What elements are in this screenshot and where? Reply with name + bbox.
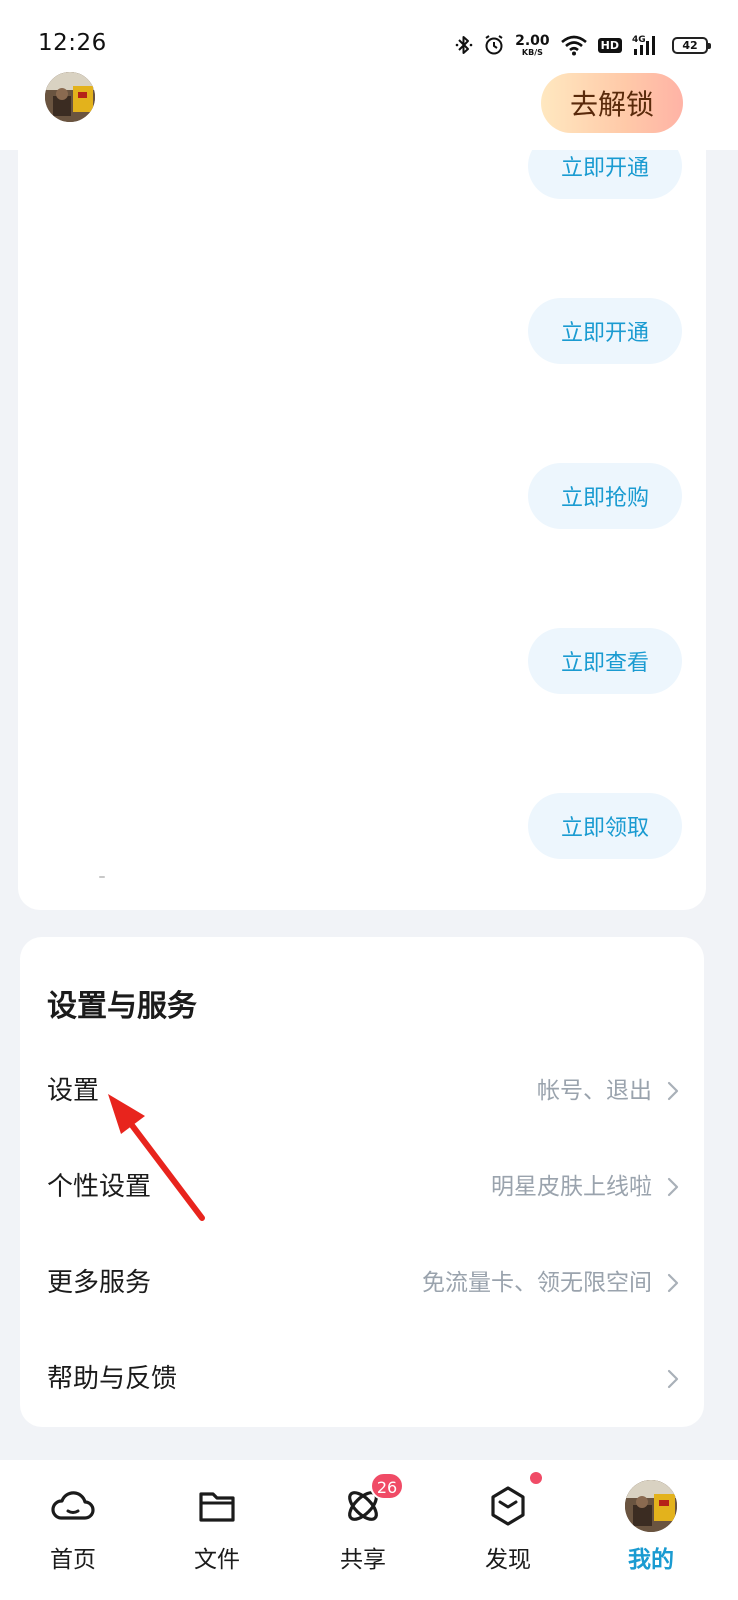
chevron-right-icon <box>667 1177 679 1197</box>
bluetooth-icon <box>455 36 473 54</box>
settings-row-personalization[interactable]: 个性设置 明星皮肤上线啦 <box>20 1147 704 1227</box>
folder-icon <box>199 1492 235 1522</box>
row-label: 个性设置 <box>47 1172 152 1202</box>
share-badge: 26 <box>370 1472 404 1500</box>
nav-item-home[interactable]: 首页 <box>18 1460 128 1600</box>
promo-button-4[interactable]: 立即查看 <box>528 628 682 694</box>
signal-icon: 4G <box>632 35 655 55</box>
promo-button-5[interactable]: 立即领取 <box>528 793 682 859</box>
nav-label: 首页 <box>50 1547 96 1573</box>
nav-label: 文件 <box>194 1547 240 1573</box>
settings-row-more-services[interactable]: 更多服务 免流量卡、领无限空间 <box>20 1243 704 1323</box>
app-screen: 12:26 2.00 KB/S HD 4G 42 去解锁 立即开通 立即开通 立… <box>0 0 738 1600</box>
battery-level: 42 <box>682 38 698 52</box>
divider-mark <box>99 876 105 878</box>
battery-icon: 42 <box>672 36 711 54</box>
status-time: 12:26 <box>38 30 107 56</box>
settings-row-help-feedback[interactable]: 帮助与反馈 <box>20 1339 704 1419</box>
chevron-right-icon <box>667 1081 679 1101</box>
nav-item-me[interactable]: 我的 <box>596 1460 706 1600</box>
chevron-right-icon <box>667 1273 679 1293</box>
nav-item-share[interactable]: 26 共享 <box>308 1460 418 1600</box>
wifi-icon <box>560 35 587 56</box>
row-label: 更多服务 <box>47 1268 152 1298</box>
row-label: 帮助与反馈 <box>47 1364 178 1394</box>
top-header: 12:26 2.00 KB/S HD 4G 42 去解锁 <box>0 0 738 150</box>
chevron-right-icon <box>667 1369 679 1389</box>
nav-label: 我的 <box>628 1547 674 1573</box>
hd-badge: HD <box>597 37 622 53</box>
notification-dot <box>530 1472 542 1484</box>
user-avatar[interactable] <box>45 72 95 122</box>
nav-item-discover[interactable]: 发现 <box>453 1460 563 1600</box>
settings-section-title: 设置与服务 <box>47 989 197 1024</box>
status-bar: 12:26 2.00 KB/S HD 4G 42 <box>0 28 738 62</box>
unlock-button[interactable]: 去解锁 <box>541 73 683 133</box>
settings-card: 设置与服务 设置 帐号、退出 个性设置 明星皮肤上线啦 更多服务 免流量卡、领无… <box>20 937 704 1427</box>
nav-label: 共享 <box>340 1547 386 1573</box>
row-hint: 免流量卡、领无限空间 <box>422 1270 652 1296</box>
nav-item-files[interactable]: 文件 <box>162 1460 272 1600</box>
speed-value: 2.00 <box>515 32 550 49</box>
row-hint: 帐号、退出 <box>537 1078 652 1104</box>
promo-card: 立即开通 立即开通 立即抢购 立即查看 立即领取 <box>18 120 706 910</box>
row-hint: 明星皮肤上线啦 <box>491 1174 652 1200</box>
row-label: 设置 <box>47 1076 100 1106</box>
speed-unit: KB/S <box>521 47 543 57</box>
cloud-icon <box>51 1491 95 1520</box>
nav-label: 发现 <box>485 1547 531 1573</box>
bottom-nav: 首页 文件 26 共享 发现 我的 <box>0 1460 738 1600</box>
network-speed: 2.00 KB/S <box>515 34 550 57</box>
svg-text:4G: 4G <box>632 35 646 45</box>
status-icons: 2.00 KB/S HD 4G 42 <box>455 30 711 60</box>
cube-icon <box>491 1486 525 1526</box>
avatar <box>625 1480 677 1532</box>
promo-button-3[interactable]: 立即抢购 <box>528 463 682 529</box>
alarm-icon <box>485 35 503 55</box>
settings-row-settings[interactable]: 设置 帐号、退出 <box>20 1051 704 1131</box>
promo-button-2[interactable]: 立即开通 <box>528 298 682 364</box>
